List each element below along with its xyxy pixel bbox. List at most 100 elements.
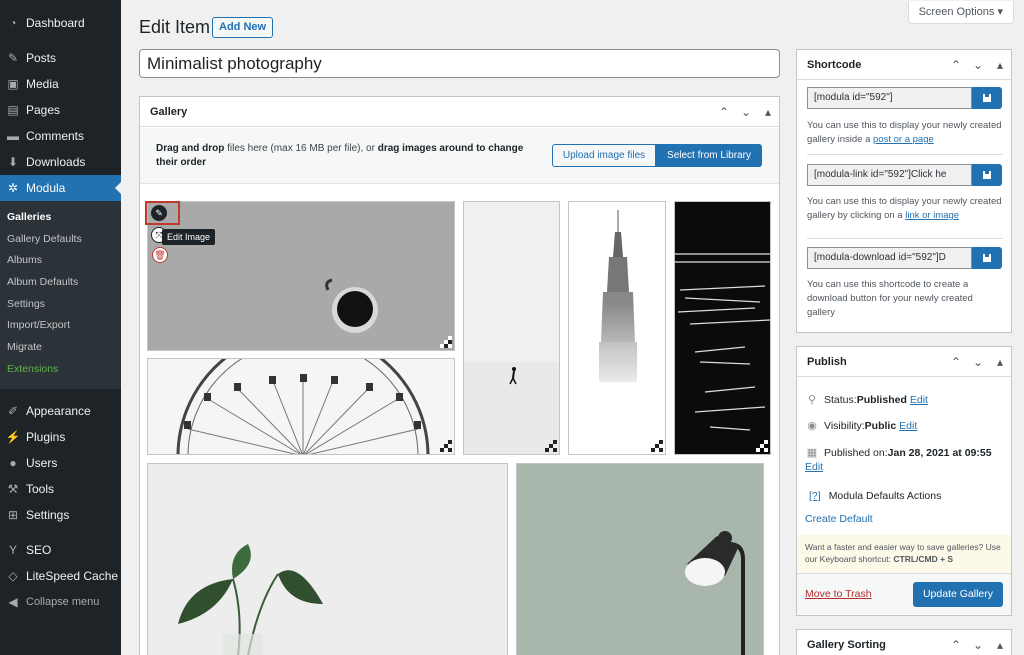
- divider: [807, 238, 1003, 239]
- toggle-panel-icon[interactable]: ▴: [989, 355, 1011, 369]
- shortcode-header: Shortcode ⌃ ⌄ ▴: [797, 50, 1011, 80]
- collapse-menu-button[interactable]: ◀ Collapse menu: [0, 589, 121, 615]
- sidebar-item-comments[interactable]: ▬ Comments: [0, 123, 121, 149]
- submenu-settings[interactable]: Settings: [0, 294, 121, 316]
- pin-icon: ⚲: [807, 394, 817, 406]
- submenu-extensions[interactable]: Extensions: [0, 359, 121, 381]
- gallery-image-person-walking[interactable]: [463, 201, 560, 455]
- post-or-page-link[interactable]: post or a page: [873, 134, 934, 145]
- upload-image-files-button[interactable]: Upload image files: [552, 144, 656, 167]
- help-link[interactable]: [?]: [809, 490, 821, 502]
- submenu-galleries[interactable]: Galleries: [0, 207, 121, 229]
- gallery-image-coffee[interactable]: [147, 201, 455, 351]
- screen-options-button[interactable]: Screen Options ▾: [907, 1, 1014, 24]
- sidebar-item-seo[interactable]: Y SEO: [0, 537, 121, 563]
- sidebar-item-pages[interactable]: ▤ Pages: [0, 97, 121, 123]
- download-icon: ⬇: [7, 155, 19, 169]
- move-to-trash-link[interactable]: Move to Trash: [805, 588, 872, 600]
- move-down-icon[interactable]: ⌄: [967, 355, 989, 369]
- toggle-panel-icon[interactable]: ▴: [989, 58, 1011, 72]
- shortcode-metabox: Shortcode ⌃ ⌄ ▴ [modula id="592"] You ca…: [796, 49, 1012, 333]
- save-icon: [983, 94, 991, 102]
- comment-icon: ▬: [7, 129, 19, 143]
- toggle-panel-icon[interactable]: ▴: [989, 638, 1011, 652]
- sidebar-item-plugins[interactable]: ⚡ Plugins: [0, 424, 121, 450]
- sidebar-item-downloads[interactable]: ⬇ Downloads: [0, 149, 121, 175]
- shortcode-field-3[interactable]: [modula-download id="592"]D: [807, 247, 972, 269]
- pages-icon: ▤: [7, 103, 19, 117]
- create-default-row: Create Default: [805, 513, 873, 525]
- edit-date-link[interactable]: Edit: [805, 461, 823, 473]
- move-up-icon[interactable]: ⌃: [945, 58, 967, 72]
- resize-handle-icon[interactable]: [651, 440, 663, 452]
- move-down-icon[interactable]: ⌄: [967, 58, 989, 72]
- publish-metabox: Publish ⌃ ⌄ ▴ ⚲ Status: Published Edit ◉…: [796, 346, 1012, 616]
- gallery-image-lamp[interactable]: [516, 463, 764, 655]
- gallery-image-light-streaks[interactable]: [674, 201, 771, 455]
- sidebar-item-appearance[interactable]: ✐ Appearance: [0, 398, 121, 424]
- empire-state-image: [569, 202, 665, 454]
- published-on-row: ▦ Published on: Jan 28, 2021 at 09:55: [806, 446, 992, 460]
- edit-image-tooltip: Edit Image: [162, 229, 216, 245]
- dashboard-icon: ◔: [9, 16, 17, 30]
- modula-submenu: Galleries Gallery Defaults Albums Album …: [0, 201, 121, 389]
- upload-instructions: Drag and drop files here (max 16 MB per …: [156, 143, 524, 168]
- shortcode-field-1[interactable]: [modula id="592"]: [807, 87, 972, 109]
- page-title: Edit Item: [139, 17, 211, 37]
- shortcode-desc-2: You can use this to display your newly c…: [807, 196, 1002, 221]
- pin-icon: ✎: [7, 51, 19, 65]
- coffee-cup-image: [148, 202, 454, 350]
- edit-status-link[interactable]: Edit: [910, 394, 928, 406]
- copy-shortcode-1-button[interactable]: [972, 87, 1002, 109]
- sidebar-item-modula[interactable]: ✲ Modula: [0, 175, 121, 201]
- resize-handle-icon[interactable]: [440, 336, 452, 348]
- gallery-title: Gallery: [150, 105, 188, 118]
- resize-handle-icon[interactable]: [756, 440, 768, 452]
- link-or-image-link[interactable]: link or image: [905, 210, 959, 221]
- move-up-icon[interactable]: ⌃: [713, 105, 735, 119]
- move-down-icon[interactable]: ⌄: [967, 638, 989, 652]
- copy-shortcode-2-button[interactable]: [972, 164, 1002, 186]
- eye-icon: ◉: [807, 420, 817, 432]
- sorting-header: Gallery Sorting ⌃ ⌄ ▴: [797, 630, 1011, 655]
- publish-title: Publish: [807, 355, 847, 368]
- toggle-panel-icon[interactable]: ▴: [757, 105, 779, 119]
- move-up-icon[interactable]: ⌃: [945, 638, 967, 652]
- sidebar-item-posts[interactable]: ✎ Posts: [0, 45, 121, 71]
- sidebar-item-tools[interactable]: ⚒ Tools: [0, 476, 121, 502]
- publish-actions: Move to Trash Update Gallery: [797, 573, 1011, 615]
- update-gallery-button[interactable]: Update Gallery: [913, 582, 1003, 607]
- select-from-library-button[interactable]: Select from Library: [656, 144, 762, 167]
- sidebar-item-settings[interactable]: ⊞ Settings: [0, 502, 121, 528]
- wrench-icon: ⚒: [7, 481, 19, 496]
- gallery-image-empire-state[interactable]: [568, 201, 666, 455]
- edit-visibility-link[interactable]: Edit: [899, 420, 917, 432]
- move-up-icon[interactable]: ⌃: [945, 355, 967, 369]
- copy-shortcode-3-button[interactable]: [972, 247, 1002, 269]
- submenu-migrate[interactable]: Migrate: [0, 337, 121, 359]
- submenu-import-export[interactable]: Import/Export: [0, 315, 121, 337]
- resize-handle-icon[interactable]: [545, 440, 557, 452]
- delete-image-icon[interactable]: 🗑: [152, 247, 168, 263]
- add-new-button[interactable]: Add New: [212, 17, 274, 38]
- submenu-albums[interactable]: Albums: [0, 250, 121, 272]
- shortcode-field-2[interactable]: [modula-link id="592"]Click he: [807, 164, 972, 186]
- create-default-link[interactable]: Create Default: [805, 513, 873, 525]
- sidebar-item-litespeed[interactable]: ◇ LiteSpeed Cache: [0, 563, 121, 589]
- settings-icon: ⊞: [7, 507, 19, 522]
- publish-header: Publish ⌃ ⌄ ▴: [797, 347, 1011, 377]
- sidebar-item-dashboard[interactable]: ◔ Dashboard: [0, 10, 121, 36]
- visibility-value: Public: [864, 419, 897, 432]
- shortcode-desc-1: You can use this to display your newly c…: [807, 120, 1002, 145]
- submenu-album-defaults[interactable]: Album Defaults: [0, 272, 121, 294]
- person-walking-image: [464, 202, 559, 454]
- move-down-icon[interactable]: ⌄: [735, 105, 757, 119]
- gallery-image-ferris-wheel[interactable]: [147, 358, 455, 455]
- resize-handle-icon[interactable]: [440, 440, 452, 452]
- gallery-image-plant[interactable]: [147, 463, 508, 655]
- user-icon: ●: [9, 455, 17, 470]
- sidebar-item-media[interactable]: ▣ Media: [0, 71, 121, 97]
- post-title-input[interactable]: [139, 49, 780, 78]
- sidebar-item-users[interactable]: ● Users: [0, 450, 121, 476]
- submenu-gallery-defaults[interactable]: Gallery Defaults: [0, 229, 121, 251]
